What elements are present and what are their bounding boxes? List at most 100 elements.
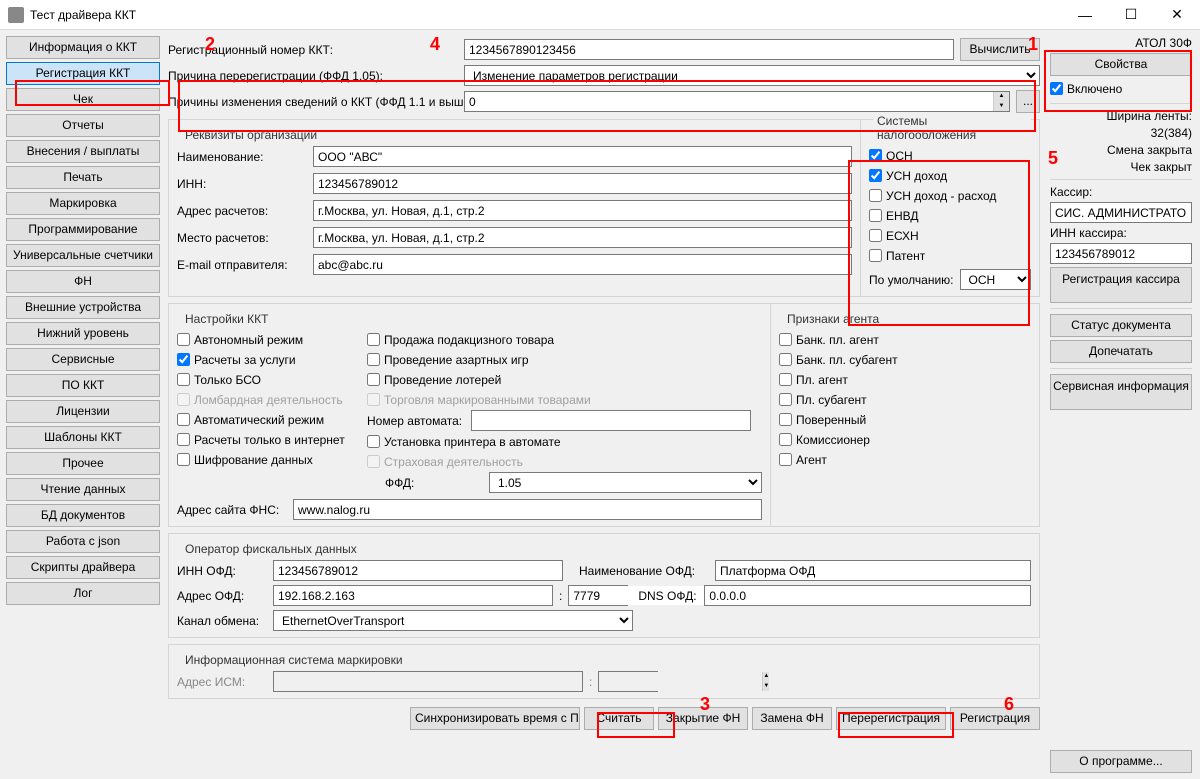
reason-select[interactable]: Изменение параметров регистрации [464, 65, 1040, 86]
ofd-addr-input[interactable] [273, 585, 553, 606]
ism-addr-label: Адрес ИСМ: [177, 675, 267, 689]
props-button[interactable]: Свойства [1050, 53, 1192, 76]
org-inn-label: ИНН: [177, 177, 307, 191]
reasons11-dots[interactable]: ... [1016, 90, 1040, 113]
center-panel: Регистрационный номер ККТ: Вычислить При… [162, 34, 1046, 775]
ffd-select[interactable]: 1.05 [489, 472, 762, 493]
tax-fieldset: Системы налогообложения ОСНУСН доходУСН … [860, 119, 1040, 297]
nav-бд-документов[interactable]: БД документов [6, 504, 160, 527]
tax-4[interactable]: ЕСХН [869, 226, 1031, 245]
kkt1-4[interactable]: Автоматический режим [177, 410, 347, 429]
read-button[interactable]: Считать [584, 707, 654, 730]
nav-лог[interactable]: Лог [6, 582, 160, 605]
kkt1-3: Ломбардная деятельность [177, 390, 347, 409]
sync-time-button[interactable]: Синхронизировать время с ПК [410, 707, 580, 730]
kkt2-2[interactable]: Проведение лотерей [367, 370, 762, 389]
tax-1[interactable]: УСН доход [869, 166, 1031, 185]
nav-внесения-выплаты[interactable]: Внесения / выплаты [6, 140, 160, 163]
reprint-button[interactable]: Допечатать [1050, 340, 1192, 363]
replace-fn-button[interactable]: Замена ФН [752, 707, 832, 730]
agent-0[interactable]: Банк. пл. агент [779, 330, 1031, 349]
reg-num-label: Регистрационный номер ККТ: [168, 43, 458, 57]
reason-label: Причина перерегистрации (ФФД 1.05): [168, 69, 458, 83]
ofd-name-label: Наименование ОФД: [579, 564, 709, 578]
agent-2[interactable]: Пл. агент [779, 370, 1031, 389]
enabled-checkbox[interactable]: Включено [1050, 79, 1192, 98]
kkt1-1[interactable]: Расчеты за услуги [177, 350, 347, 369]
close-button[interactable]: ✕ [1154, 0, 1200, 30]
agent-6[interactable]: Агент [779, 450, 1031, 469]
minimize-button[interactable]: — [1062, 0, 1108, 30]
kkt2-0[interactable]: Продажа подакцизного товара [367, 330, 762, 349]
nav-нижний-уровень[interactable]: Нижний уровень [6, 322, 160, 345]
org-addr-input[interactable] [313, 200, 852, 221]
ofd-dns-input[interactable] [704, 585, 1031, 606]
nav-отчеты[interactable]: Отчеты [6, 114, 160, 137]
nav-печать[interactable]: Печать [6, 166, 160, 189]
nav-программирование[interactable]: Программирование [6, 218, 160, 241]
org-legend: Реквизиты организации [181, 128, 321, 142]
app-icon [8, 7, 24, 23]
about-button[interactable]: О программе... [1050, 750, 1192, 773]
org-inn-input[interactable] [313, 173, 852, 194]
reg-cashier-button[interactable]: Регистрация кассира [1050, 267, 1192, 303]
kkt2-5[interactable]: Установка принтера в автомате [367, 432, 762, 451]
service-info-button[interactable]: Сервисная информация [1050, 374, 1192, 410]
org-name-input[interactable] [313, 146, 852, 167]
nav-фн[interactable]: ФН [6, 270, 160, 293]
reg-button[interactable]: Регистрация [950, 707, 1040, 730]
maximize-button[interactable]: ☐ [1108, 0, 1154, 30]
kkt1-2[interactable]: Только БСО [177, 370, 347, 389]
nav-по-ккт[interactable]: ПО ККТ [6, 374, 160, 397]
cashier-inn-input[interactable] [1050, 243, 1192, 264]
org-email-input[interactable] [313, 254, 852, 275]
tax-default-label: По умолчанию: [869, 273, 954, 287]
tax-0[interactable]: ОСН [869, 146, 1031, 165]
left-nav: Информация о ККТ Регистрация ККТ Чек Отчеты… [4, 34, 162, 775]
agent-4[interactable]: Поверенный [779, 410, 1031, 429]
ofd-inn-input[interactable] [273, 560, 563, 581]
check-status: Чек закрыт [1050, 160, 1192, 174]
tax-3[interactable]: ЕНВД [869, 206, 1031, 225]
nav-чек[interactable]: Чек [6, 88, 160, 111]
tax-2[interactable]: УСН доход - расход [869, 186, 1031, 205]
tax-default-select[interactable]: ОСН [960, 269, 1032, 290]
kkt1-0[interactable]: Автономный режим [177, 330, 347, 349]
calc-button[interactable]: Вычислить [960, 38, 1040, 61]
ofd-chan-select[interactable]: EthernetOverTransport [273, 610, 633, 631]
nav-маркировка[interactable]: Маркировка [6, 192, 160, 215]
agent-1[interactable]: Банк. пл. субагент [779, 350, 1031, 369]
reasons11-spin[interactable]: ▲▼ [464, 91, 1010, 112]
nav-регистрация-ккт[interactable]: Регистрация ККТ [6, 62, 160, 85]
automat-no-label: Номер автомата: [367, 414, 467, 428]
kkt1-6[interactable]: Шифрование данных [177, 450, 347, 469]
nav-лицензии[interactable]: Лицензии [6, 400, 160, 423]
reg-num-input[interactable] [464, 39, 954, 60]
agent-3[interactable]: Пл. субагент [779, 390, 1031, 409]
nav-прочее[interactable]: Прочее [6, 452, 160, 475]
nav-информация-о-ккт[interactable]: Информация о ККТ [6, 36, 160, 59]
nav-шаблоны-ккт[interactable]: Шаблоны ККТ [6, 426, 160, 449]
nav-внешние-устройства[interactable]: Внешние устройства [6, 296, 160, 319]
tax-5[interactable]: Патент [869, 246, 1031, 265]
tape-value: 32(384) [1050, 126, 1192, 140]
nav-универсальные-счетчики[interactable]: Универсальные счетчики [6, 244, 160, 267]
nav-скрипты-драйвера[interactable]: Скрипты драйвера [6, 556, 160, 579]
automat-no-input[interactable] [471, 410, 751, 431]
fns-input[interactable] [293, 499, 762, 520]
close-fn-button[interactable]: Закрытие ФН [658, 707, 748, 730]
nav-работа-с-json[interactable]: Работа с json [6, 530, 160, 553]
ofd-port-spin[interactable]: ▲▼ [568, 585, 628, 606]
kkt1-5[interactable]: Расчеты только в интернет [177, 430, 347, 449]
nav-сервисные[interactable]: Сервисные [6, 348, 160, 371]
nav-чтение-данных[interactable]: Чтение данных [6, 478, 160, 501]
cashier-input[interactable] [1050, 202, 1192, 223]
kkt-fieldset: Настройки ККТ Автономный режимРасчеты за… [168, 303, 771, 527]
doc-status-button[interactable]: Статус документа [1050, 314, 1192, 337]
ofd-name-input[interactable] [715, 560, 1031, 581]
agent-5[interactable]: Комиссионер [779, 430, 1031, 449]
kkt2-1[interactable]: Проведение азартных игр [367, 350, 762, 369]
rereg-button[interactable]: Перерегистрация [836, 707, 946, 730]
org-place-input[interactable] [313, 227, 852, 248]
ism-fieldset: Информационная система маркировки Адрес … [168, 644, 1040, 699]
